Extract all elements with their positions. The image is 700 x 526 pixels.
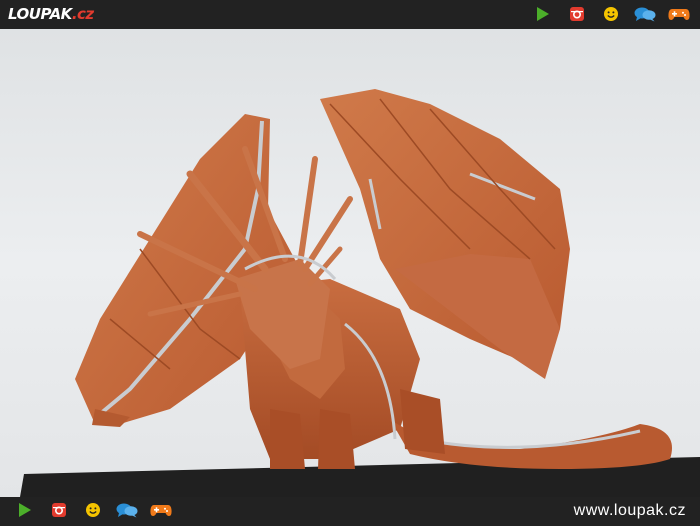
top-bar: LOUPAK.cz xyxy=(0,0,700,29)
origami-dragon-illustration xyxy=(0,29,700,497)
gamepad-icon[interactable] xyxy=(150,501,172,519)
top-icon-group xyxy=(520,5,690,23)
gamepad-icon[interactable] xyxy=(668,5,690,23)
chat-icon[interactable] xyxy=(116,501,138,519)
instagram-icon[interactable] xyxy=(566,5,588,23)
play-icon[interactable] xyxy=(14,501,36,519)
logo-tld: .cz xyxy=(71,5,94,23)
play-icon[interactable] xyxy=(532,5,554,23)
smiley-icon[interactable] xyxy=(600,5,622,23)
site-logo[interactable]: LOUPAK.cz xyxy=(8,5,94,23)
footer-url[interactable]: www.loupak.cz xyxy=(574,502,686,520)
bottom-icon-group xyxy=(2,501,172,519)
bottom-bar: www.loupak.cz xyxy=(0,497,700,526)
smiley-icon[interactable] xyxy=(82,501,104,519)
origami-dragon-photo xyxy=(0,29,700,497)
logo-text: LOUPAK xyxy=(8,5,72,23)
chat-icon[interactable] xyxy=(634,5,656,23)
instagram-icon[interactable] xyxy=(48,501,70,519)
